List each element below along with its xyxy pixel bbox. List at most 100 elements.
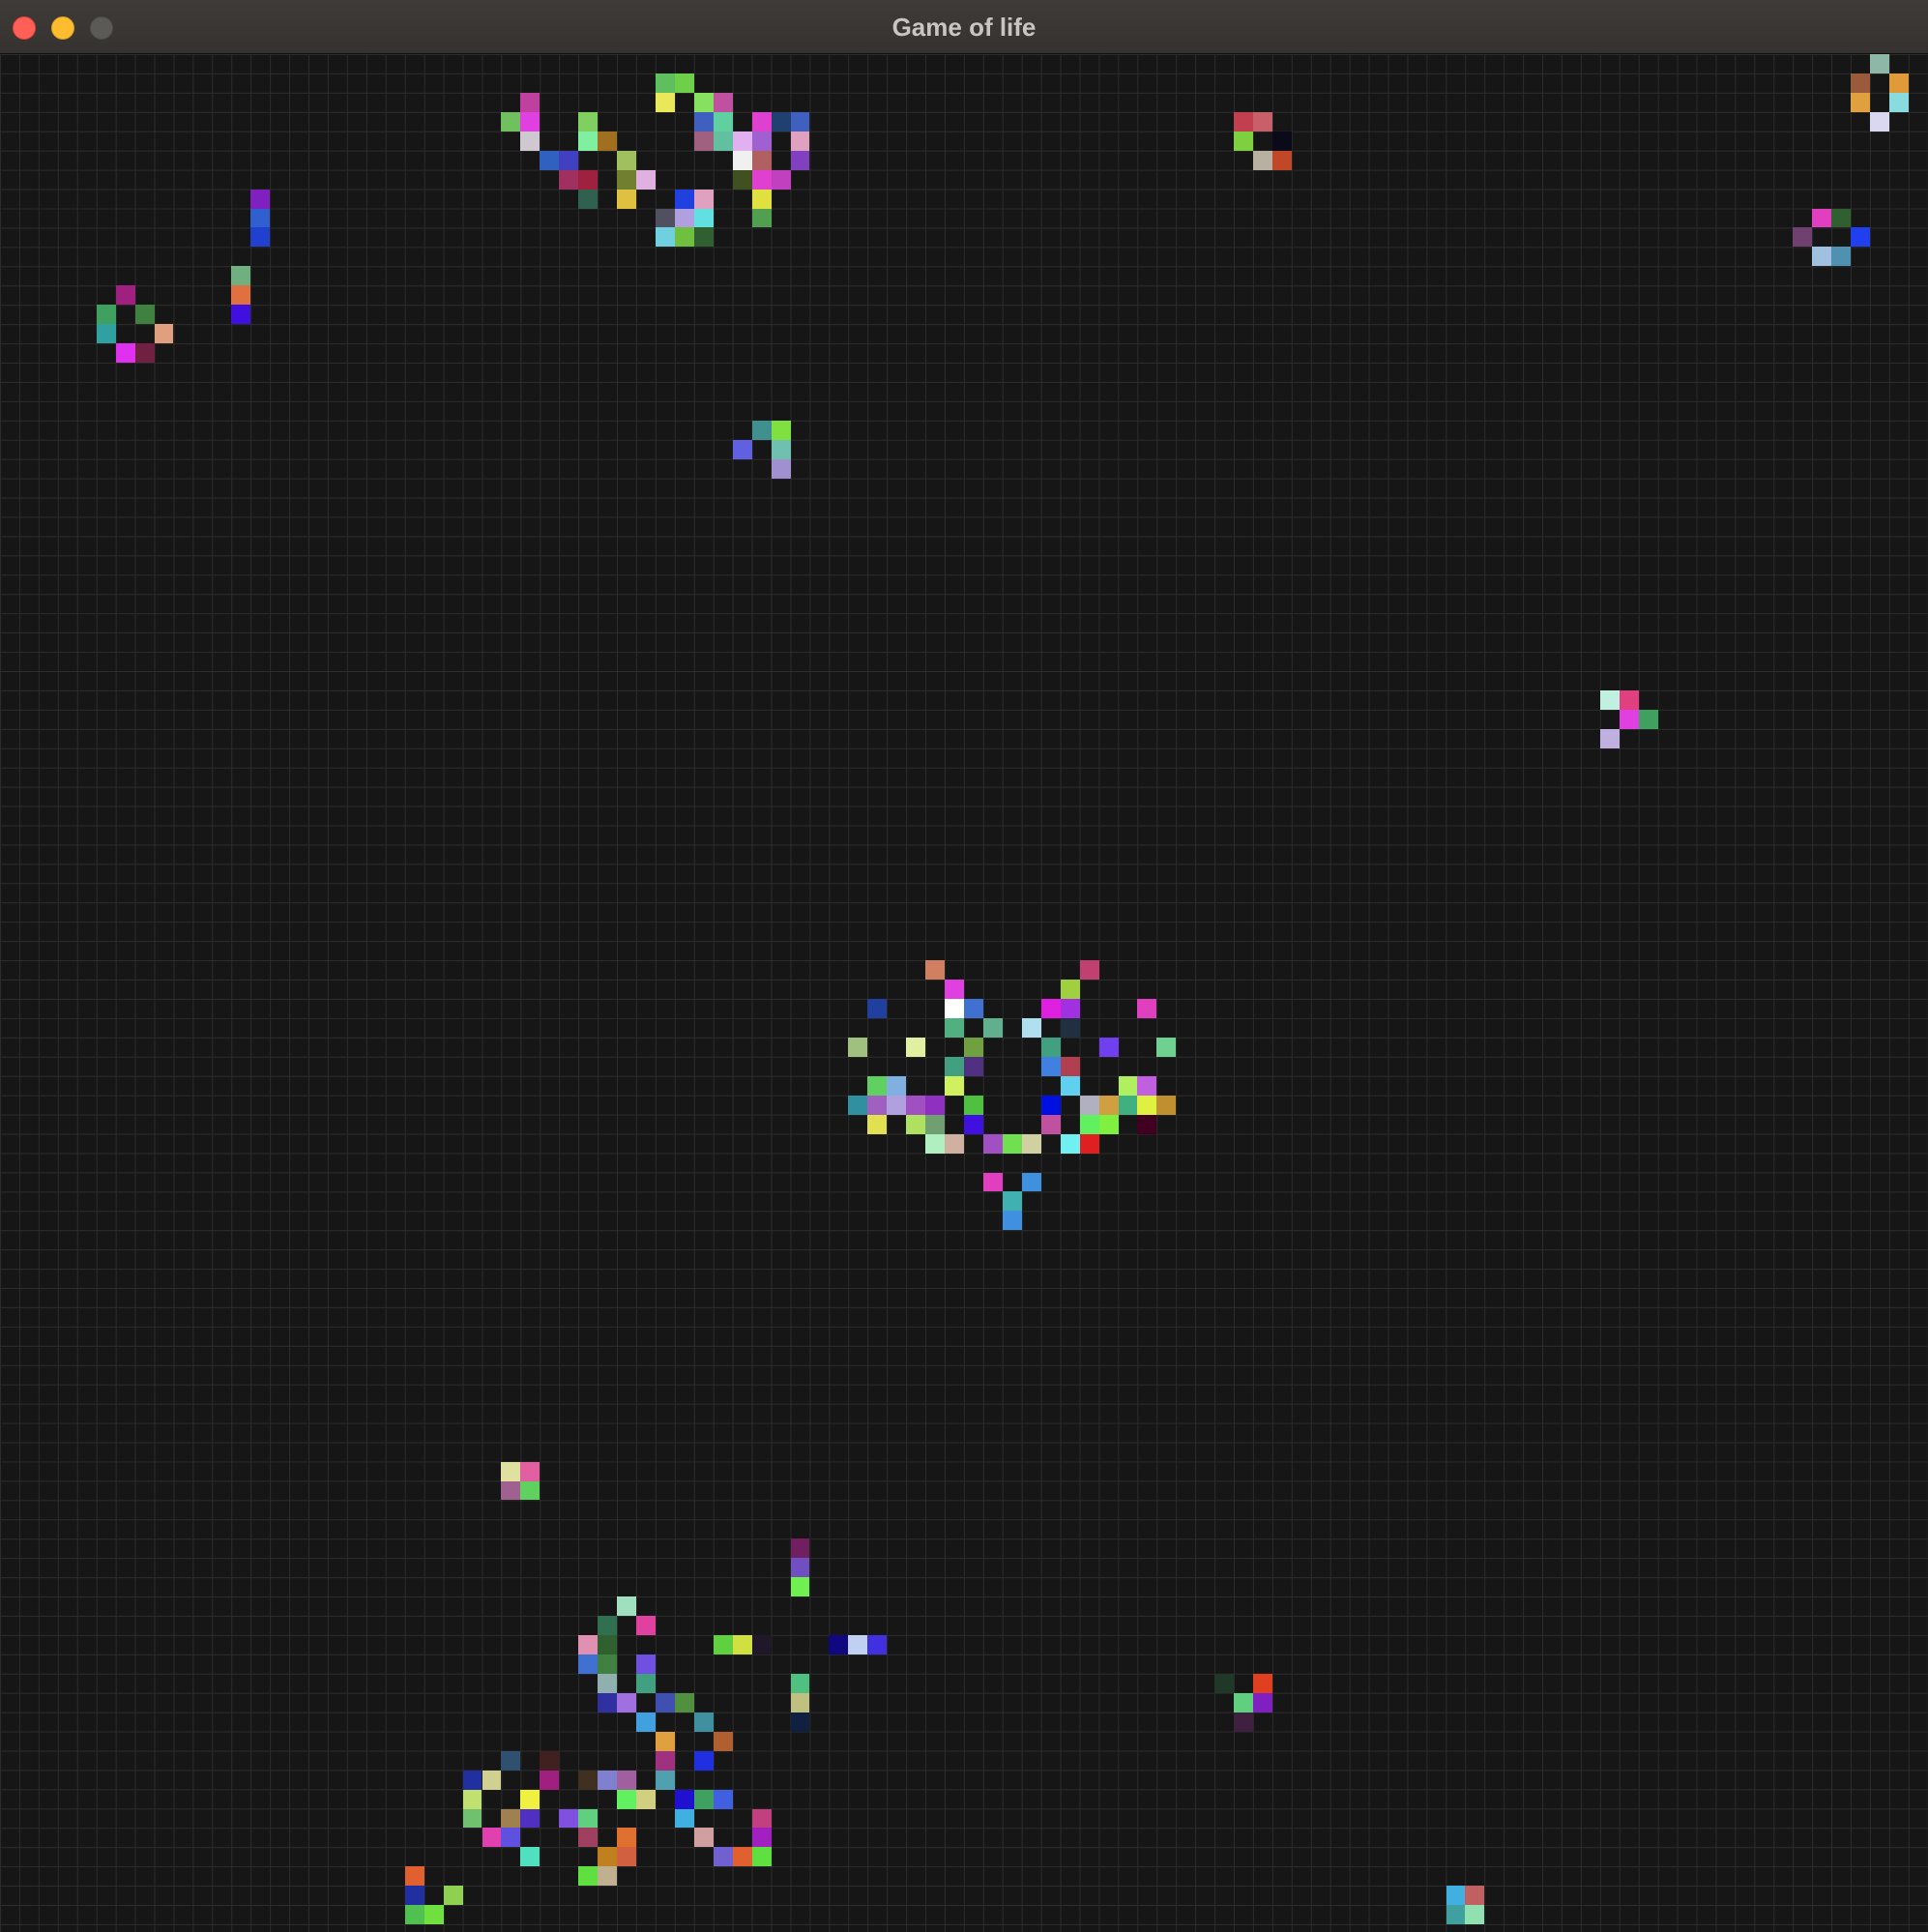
live-cell[interactable] (848, 1037, 868, 1057)
live-cell[interactable] (925, 1095, 946, 1115)
live-cell[interactable] (1234, 131, 1254, 151)
live-cell[interactable] (1253, 1673, 1273, 1693)
live-cell[interactable] (751, 189, 772, 209)
live-cell[interactable] (945, 999, 964, 1018)
live-cell[interactable] (501, 1808, 521, 1829)
live-cell[interactable] (520, 1808, 540, 1829)
live-cell[interactable] (790, 1673, 810, 1693)
live-cell[interactable] (250, 189, 271, 209)
live-cell[interactable] (636, 1789, 656, 1809)
live-cell[interactable] (674, 208, 694, 228)
live-cell[interactable] (540, 1750, 560, 1771)
live-cell[interactable] (790, 1538, 810, 1559)
live-cell[interactable] (404, 1905, 424, 1925)
live-cell[interactable] (1234, 1712, 1254, 1732)
live-cell[interactable] (655, 1692, 675, 1712)
live-cell[interactable] (771, 439, 791, 459)
live-cell[interactable] (559, 1808, 579, 1829)
live-cell[interactable] (578, 1866, 599, 1887)
live-cell[interactable] (732, 1847, 752, 1867)
live-cell[interactable] (655, 1750, 675, 1771)
live-cell[interactable] (751, 150, 772, 170)
live-cell[interactable] (790, 131, 810, 151)
live-cell[interactable] (1118, 1075, 1138, 1096)
live-cell[interactable] (674, 189, 694, 209)
live-cell[interactable] (1002, 1211, 1022, 1231)
live-cell[interactable] (732, 131, 752, 151)
live-cell[interactable] (732, 1635, 752, 1655)
live-cell[interactable] (925, 960, 946, 981)
live-cell[interactable] (96, 324, 116, 344)
live-cell[interactable] (751, 420, 772, 440)
live-cell[interactable] (250, 208, 271, 228)
live-cell[interactable] (1465, 1886, 1485, 1906)
live-cell[interactable] (1812, 247, 1832, 267)
live-cell[interactable] (598, 1654, 618, 1674)
live-cell[interactable] (443, 1886, 463, 1906)
live-cell[interactable] (887, 1095, 907, 1115)
live-cell[interactable] (578, 111, 599, 132)
live-cell[interactable] (578, 1770, 599, 1790)
live-cell[interactable] (655, 1731, 675, 1751)
live-cell[interactable] (1021, 1172, 1041, 1192)
live-cell[interactable] (1118, 1095, 1138, 1115)
live-cell[interactable] (751, 169, 772, 190)
live-cell[interactable] (501, 1461, 521, 1481)
live-cell[interactable] (771, 111, 791, 132)
live-cell[interactable] (617, 1692, 637, 1712)
live-cell[interactable] (925, 1114, 946, 1134)
live-cell[interactable] (1600, 690, 1620, 710)
live-cell[interactable] (848, 1095, 868, 1115)
live-cell[interactable] (964, 1056, 983, 1076)
live-cell[interactable] (598, 1866, 618, 1887)
live-cell[interactable] (693, 227, 714, 248)
live-cell[interactable] (1040, 1037, 1061, 1057)
live-cell[interactable] (655, 1770, 675, 1790)
live-cell[interactable] (1446, 1886, 1466, 1906)
live-cell[interactable] (982, 1018, 1003, 1038)
live-cell[interactable] (617, 1770, 637, 1790)
live-cell[interactable] (1060, 1075, 1080, 1096)
live-cell[interactable] (520, 1480, 540, 1501)
live-cell[interactable] (1060, 1133, 1080, 1154)
live-cell[interactable] (540, 150, 560, 170)
live-cell[interactable] (867, 1075, 888, 1096)
live-cell[interactable] (713, 1635, 733, 1655)
live-cell[interactable] (598, 1847, 618, 1867)
live-cell[interactable] (482, 1828, 502, 1848)
live-cell[interactable] (1812, 208, 1832, 228)
live-cell[interactable] (404, 1866, 424, 1887)
live-cell[interactable] (867, 1635, 888, 1655)
live-cell[interactable] (617, 1847, 637, 1867)
live-cell[interactable] (713, 131, 733, 151)
live-cell[interactable] (231, 285, 251, 306)
live-cell[interactable] (636, 1712, 656, 1732)
live-cell[interactable] (617, 150, 637, 170)
live-cell[interactable] (96, 305, 116, 325)
live-cell[interactable] (1021, 1133, 1041, 1154)
live-cell[interactable] (693, 1828, 714, 1848)
live-cell[interactable] (732, 150, 752, 170)
live-cell[interactable] (1040, 1056, 1061, 1076)
live-cell[interactable] (1253, 150, 1273, 170)
live-cell[interactable] (1040, 1114, 1061, 1134)
live-cell[interactable] (771, 458, 791, 479)
live-cell[interactable] (693, 111, 714, 132)
live-cell[interactable] (598, 1616, 618, 1636)
live-cell[interactable] (1793, 227, 1813, 248)
live-cell[interactable] (867, 999, 888, 1018)
live-cell[interactable] (790, 1712, 810, 1732)
live-cell[interactable] (520, 1461, 540, 1481)
live-cell[interactable] (636, 1616, 656, 1636)
live-cell[interactable] (462, 1789, 482, 1809)
live-cell[interactable] (1851, 73, 1871, 93)
live-cell[interactable] (751, 1808, 772, 1829)
live-cell[interactable] (1889, 92, 1910, 112)
live-cell[interactable] (674, 1692, 694, 1712)
live-cell[interactable] (578, 1828, 599, 1848)
live-cell[interactable] (404, 1886, 424, 1906)
live-cell[interactable] (906, 1095, 926, 1115)
live-cell[interactable] (1060, 1018, 1080, 1038)
live-cell[interactable] (578, 1654, 599, 1674)
live-cell[interactable] (1214, 1673, 1235, 1693)
